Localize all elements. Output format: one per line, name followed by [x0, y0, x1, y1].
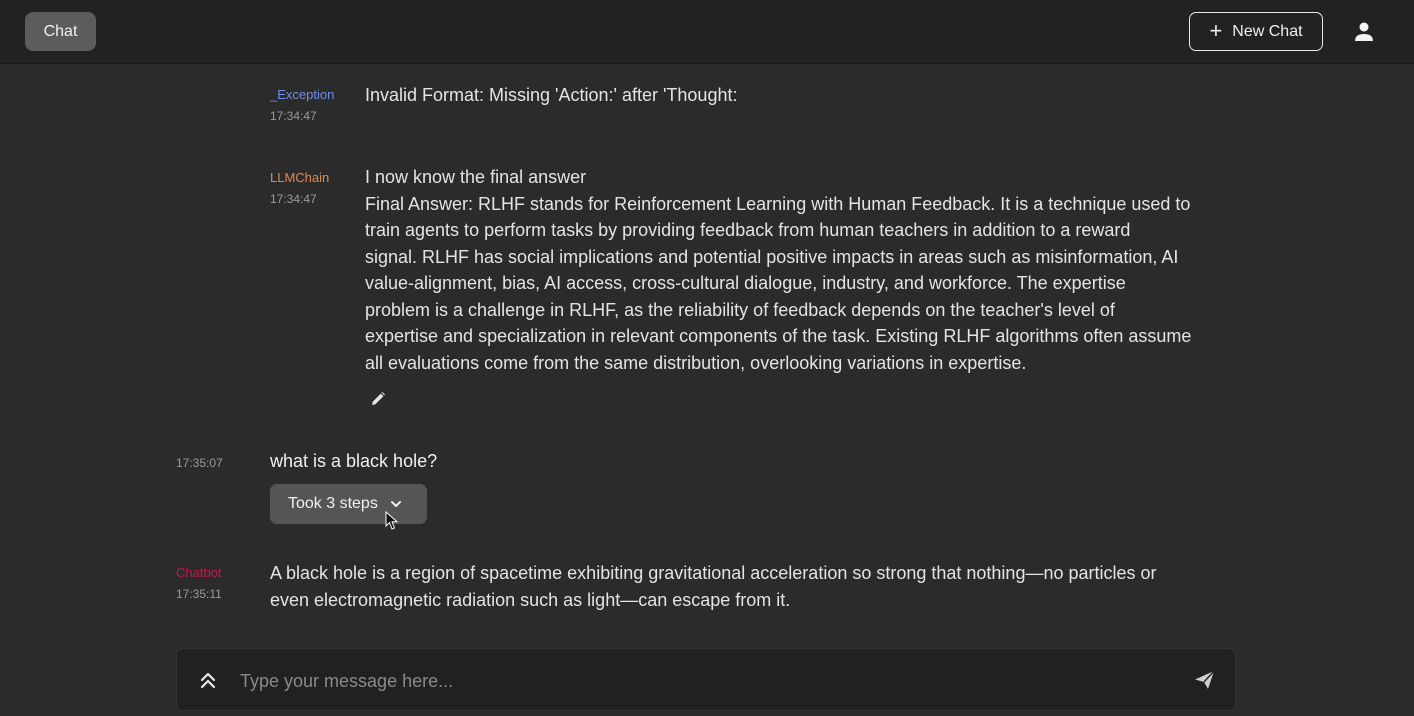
user-message-text: what is a black hole? — [270, 451, 438, 471]
message-line: even electromagnetic radiation such as l… — [270, 589, 791, 610]
timestamp: 17:35:11 — [176, 587, 222, 601]
top-bar: Chat + New Chat — [0, 0, 1414, 64]
message-meta: _Exception 17:34:47 — [270, 87, 334, 124]
timestamp: 17:34:47 — [270, 109, 317, 123]
steps-label: Took 3 steps — [288, 495, 378, 512]
message-meta: LLMChain 17:34:47 — [270, 170, 329, 207]
message-meta: 17:35:07 — [176, 455, 223, 471]
double-chevron-up-icon[interactable] — [200, 671, 216, 689]
plus-icon: + — [1209, 17, 1223, 43]
chevron-down-icon — [390, 501, 401, 507]
message-line: all evaluations come from the same distr… — [365, 352, 1027, 373]
message-line: expertise and specialization in relevant… — [365, 326, 1192, 346]
new-chat-button[interactable]: + New Chat — [1189, 12, 1323, 51]
chat-tab[interactable]: Chat — [25, 12, 96, 51]
timestamp: 17:35:07 — [176, 456, 223, 470]
message-text: I now know the final answer Final Answer… — [365, 164, 1191, 376]
user-icon[interactable] — [1352, 20, 1376, 44]
author-label: Chatbot — [176, 565, 222, 580]
message-line: Invalid Format: Missing 'Action:' after … — [365, 85, 738, 105]
message-meta: Chatbot 17:35:11 — [176, 565, 222, 602]
message-line: value-alignment, bias, AI access, cross-… — [365, 273, 1126, 293]
message-text: A black hole is a region of spacetime ex… — [270, 560, 1157, 613]
message-input[interactable] — [238, 665, 1162, 697]
message-text: Invalid Format: Missing 'Action:' after … — [365, 82, 737, 109]
mouse-cursor-icon — [385, 511, 399, 530]
pencil-icon[interactable] — [370, 391, 386, 407]
scrollbar[interactable] — [1406, 64, 1414, 716]
message-line: I now know the final answer — [365, 167, 587, 187]
message-line: problem is a challenge in RLHF, as the r… — [365, 299, 1115, 320]
send-icon[interactable] — [1194, 670, 1215, 690]
message-line: signal. RLHF has social implications and… — [365, 246, 1179, 267]
timestamp: 17:34:47 — [270, 192, 317, 206]
message-line: train agents to perform tasks by providi… — [365, 220, 1131, 240]
new-chat-label: New Chat — [1232, 22, 1303, 40]
message-line: A black hole is a region of spacetime ex… — [270, 563, 1157, 583]
author-label: _Exception — [270, 87, 335, 102]
took-steps-toggle[interactable]: Took 3 steps — [270, 484, 427, 524]
message-line: Final Answer: RLHF stands for Reinforcem… — [365, 193, 1191, 214]
author-label: LLMChain — [270, 170, 330, 185]
